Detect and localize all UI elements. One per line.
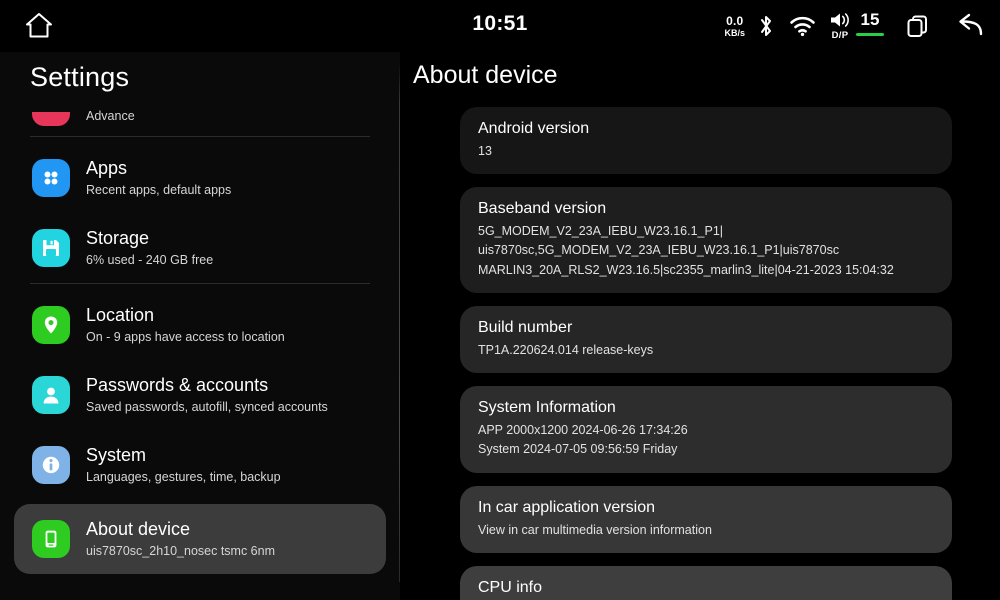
sidebar-item-title: Apps <box>86 158 128 179</box>
sidebar-item-title: Storage <box>86 228 150 249</box>
page-title-about-device: About device <box>413 61 558 89</box>
volume-icon <box>831 13 849 28</box>
sidebar-divider <box>30 283 370 284</box>
card-in-car-application-version[interactable]: In car application version View in car m… <box>460 485 952 553</box>
card-android-version[interactable]: Android version 13 <box>460 107 952 175</box>
volume-mode-label: D/P <box>831 30 849 42</box>
sidebar-item-title: System <box>86 445 147 466</box>
network-speed-unit: KB/s <box>724 27 745 38</box>
card-body: APP 2000x1200 2024-06-26 17:34:26 System… <box>478 423 688 457</box>
network-speed-value: 0.0 <box>726 13 744 28</box>
about-device-panel: About device Android version 13 Baseband… <box>400 52 1000 600</box>
card-body: 13 <box>478 143 492 158</box>
sidebar-item-advance[interactable]: Advance <box>14 98 386 126</box>
network-speed-indicator: 0.0 KB/s <box>724 15 745 38</box>
back-icon[interactable] <box>950 11 986 41</box>
status-bar: 10:51 0.0 KB/s D/P 15 <box>0 0 1000 52</box>
sidebar-item-title: Location <box>86 305 155 326</box>
sidebar-item-subtitle: 6% used - 240 GB free <box>86 252 214 267</box>
bluetooth-icon[interactable] <box>756 13 776 39</box>
sidebar-item-subtitle: On - 9 apps have access to location <box>86 329 285 344</box>
recents-icon[interactable] <box>903 11 933 41</box>
sidebar-item-title: Passwords & accounts <box>86 375 269 396</box>
card-baseband-version[interactable]: Baseband version 5G_MODEM_V2_23A_IEBU_W2… <box>460 187 952 294</box>
status-icons-group: 0.0 KB/s D/P 15 <box>724 6 986 46</box>
page-title-settings: Settings <box>30 62 130 92</box>
card-build-number[interactable]: Build number TP1A.220624.014 release-key… <box>460 306 952 374</box>
sidebar-item-subtitle: uis7870sc_2h10_nosec tsmc 6nm <box>86 543 276 558</box>
volume-level-value: 15 <box>860 10 880 30</box>
card-body: 5G_MODEM_V2_23A_IEBU_W23.16.1_P1| uis787… <box>478 223 894 277</box>
card-title: System Information <box>478 399 616 417</box>
card-title: Baseband version <box>478 200 607 218</box>
volume-indicator[interactable]: D/P 15 <box>829 11 884 41</box>
advance-icon <box>32 112 70 126</box>
sidebar-item-location[interactable]: Location On - 9 apps have access to loca… <box>14 290 386 360</box>
sidebar-item-title: About device <box>86 519 191 540</box>
sidebar-item-passwords-accounts[interactable]: Passwords & accounts Saved passwords, au… <box>14 360 386 430</box>
sidebar-item-storage[interactable]: Storage 6% used - 240 GB free <box>14 213 386 283</box>
card-cpu-info[interactable]: CPU info CPU:UIS7870SC Octa-Core 2.7GHz@… <box>460 565 952 600</box>
sidebar-item-system[interactable]: System Languages, gestures, time, backup <box>14 430 386 500</box>
card-system-information[interactable]: System Information APP 2000x1200 2024-06… <box>460 386 952 473</box>
sidebar-item-about-device[interactable]: About device uis7870sc_2h10_nosec tsmc 6… <box>14 504 386 574</box>
volume-level-bar <box>856 33 884 37</box>
card-title: Android version <box>478 120 590 137</box>
card-body: TP1A.220624.014 release-keys <box>478 342 654 357</box>
card-title: In car application version <box>478 498 655 516</box>
device-screen: 10:51 0.0 KB/s D/P 15 Settings Advance A… <box>0 0 1000 600</box>
device-icon <box>32 520 70 558</box>
sidebar-item-label: Advance <box>86 109 135 124</box>
settings-nav-list: Advance Apps Recent apps, default apps S… <box>0 98 400 574</box>
location-icon <box>32 306 70 344</box>
about-device-card-list: Android version 13 Baseband version 5G_M… <box>400 107 1000 600</box>
info-icon <box>32 446 70 484</box>
card-body: View in car multimedia version informati… <box>478 522 712 537</box>
sidebar-item-subtitle: Languages, gestures, time, backup <box>86 469 281 484</box>
card-title: CPU info <box>478 578 543 596</box>
storage-icon <box>32 229 70 267</box>
card-title: Build number <box>478 319 573 337</box>
sidebar-item-subtitle: Recent apps, default apps <box>86 182 232 197</box>
sidebar-divider <box>30 136 370 137</box>
settings-sidebar: Settings Advance Apps Recent apps, defau… <box>0 52 400 600</box>
sidebar-item-subtitle: Saved passwords, autofill, synced accoun… <box>86 399 328 414</box>
apps-icon <box>32 159 70 197</box>
sidebar-item-apps[interactable]: Apps Recent apps, default apps <box>14 143 386 213</box>
wifi-icon[interactable] <box>789 15 816 37</box>
account-icon <box>32 376 70 414</box>
